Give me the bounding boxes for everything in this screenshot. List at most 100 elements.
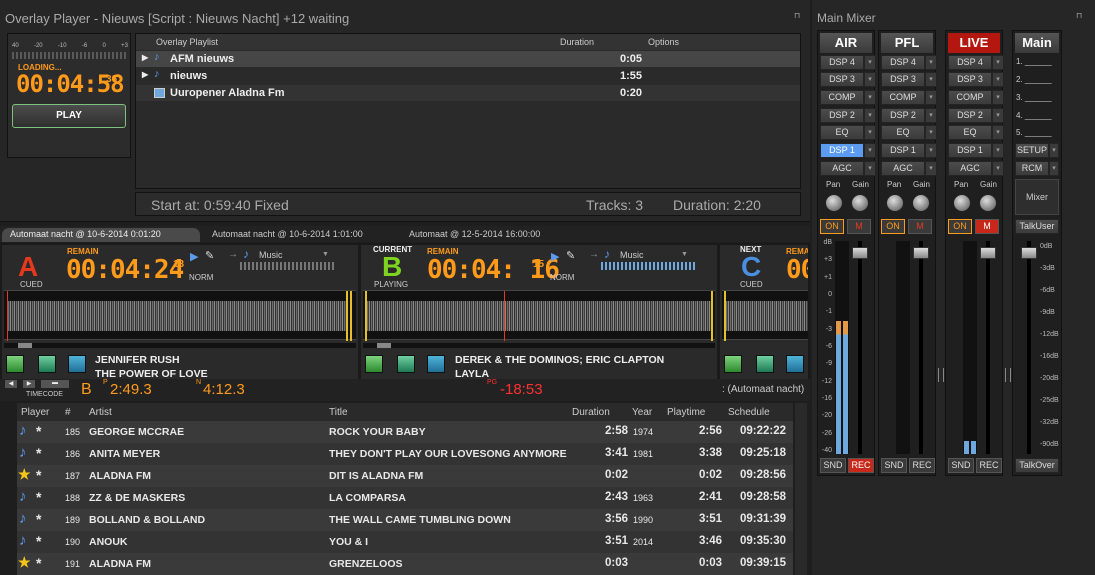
on-button-live[interactable]: ON [948,219,972,234]
fader-track-main[interactable] [1027,241,1031,454]
on-button-pfl[interactable]: ON [881,219,905,234]
dropdown-icon[interactable]: ▾ [992,72,1004,87]
play-pause-button-b[interactable] [365,355,383,373]
dropdown-icon[interactable]: ▾ [925,108,937,123]
main-slot-2[interactable]: 2. ______ [1016,75,1052,84]
col-year[interactable]: Year [632,407,652,418]
main-slot-1[interactable]: 1. ______ [1016,57,1052,66]
main-slot-5[interactable]: 5. ______ [1016,128,1052,137]
talkuser-button[interactable]: TalkUser [1015,219,1059,234]
pan-knob[interactable] [886,194,904,212]
fader-handle-live[interactable] [980,247,996,259]
dropdown-icon[interactable]: ▾ [864,72,876,87]
mixer-button[interactable]: Mixer [1015,179,1059,215]
mute-button-air[interactable]: M [847,219,871,234]
dropdown-icon[interactable]: ▾ [1049,161,1059,176]
fader-track-air[interactable] [858,241,862,454]
eq-button[interactable]: EQ [881,125,925,140]
gain-knob[interactable] [912,194,930,212]
eq-button[interactable]: EQ [820,125,864,140]
tab-automaat-2[interactable]: Automaat nacht @ 10-6-2014 1:01:00 [204,228,400,242]
dsp4-button[interactable]: DSP 4 [948,55,992,70]
snd-button-live[interactable]: SND [948,458,974,473]
col-schedule[interactable]: Schedule [728,407,770,418]
pin-icon[interactable]: ⊓ [1076,11,1082,20]
dropdown-icon[interactable]: ▾ [925,143,937,158]
tab-automaat-3[interactable]: Automaat @ 12-5-2014 16:00:00 [403,228,599,242]
table-row[interactable]: ♪ * 188 ZZ & DE MASKERS LA COMPARSA 2:43… [17,487,793,509]
dsp4-button[interactable]: DSP 4 [881,55,925,70]
dsp3-button[interactable]: DSP 3 [881,72,925,87]
dropdown-icon[interactable]: ▾ [925,161,937,176]
tc-menu-icon[interactable]: ▬ [41,380,69,388]
play-mode-icon[interactable]: ▶ [190,250,198,263]
stop-button-c[interactable] [756,355,774,373]
table-scrollbar[interactable] [795,403,807,575]
main-slot-3[interactable]: 3. ______ [1016,93,1052,102]
pan-knob[interactable] [953,194,971,212]
snd-button-air[interactable]: SND [820,458,846,473]
dropdown-icon[interactable]: ▾ [992,55,1004,70]
edit-icon[interactable]: ✎ [205,249,214,262]
setup-button[interactable]: SETUP [1015,143,1049,158]
col-playlist[interactable]: Overlay Playlist [156,37,218,47]
overlay-play-button[interactable]: PLAY [12,104,126,128]
gain-knob[interactable] [851,194,869,212]
play-pause-button-a[interactable] [6,355,24,373]
main-slot-4[interactable]: 4. ______ [1016,111,1052,120]
dropdown-icon[interactable]: ▾ [864,143,876,158]
col-options[interactable]: Options [648,37,679,47]
dropdown-icon[interactable]: ▾ [992,125,1004,140]
table-row[interactable]: ★ * 191 ALADNA FM GRENZELOOS 0:03 0:03 0… [17,553,793,575]
waveform-a[interactable] [4,290,356,341]
cue-button-b[interactable] [427,355,445,373]
agc-button[interactable]: AGC [820,161,864,176]
talkover-button[interactable]: TalkOver [1015,458,1059,473]
tab-automaat-1[interactable]: Automaat nacht @ 10-6-2014 0:01:20 [2,228,200,242]
edit-icon[interactable]: ✎ [566,249,575,262]
gain-knob[interactable] [979,194,997,212]
cue-button-c[interactable] [786,355,804,373]
fader-handle-main[interactable] [1021,247,1037,259]
dropdown-icon[interactable]: ▾ [864,125,876,140]
fader-handle-air[interactable] [852,247,868,259]
table-row[interactable]: ♪ * 186 ANITA MEYER THEY DON'T PLAY OUR … [17,443,793,465]
on-button-air[interactable]: ON [820,219,844,234]
dsp1-button[interactable]: DSP 1 [820,143,864,158]
stop-button-a[interactable] [38,355,56,373]
comp-button[interactable]: COMP [948,90,992,105]
dropdown-icon[interactable]: ▾ [992,90,1004,105]
dsp4-button[interactable]: DSP 4 [820,55,864,70]
col-playtime[interactable]: Playtime [667,407,705,418]
cue-button-a[interactable] [68,355,86,373]
dropdown-icon[interactable]: ▾ [864,55,876,70]
dropdown-icon[interactable]: ▼ [322,251,329,258]
eq-button[interactable]: EQ [948,125,992,140]
playlist-item[interactable]: ▶ ♪ nieuws 1:55 [136,68,800,84]
split-handle[interactable] [938,368,944,382]
dropdown-icon[interactable]: ▾ [925,55,937,70]
dsp1-button[interactable]: DSP 1 [948,143,992,158]
stop-button-b[interactable] [397,355,415,373]
split-handle[interactable] [1005,368,1011,382]
mute-button-live[interactable]: M [975,219,999,234]
dropdown-icon[interactable]: ▾ [864,161,876,176]
col-duration[interactable]: Duration [572,407,610,418]
col-player[interactable]: Player [21,407,49,418]
position-slider-a[interactable] [4,343,356,348]
rec-button-live[interactable]: REC [976,458,1002,473]
col-title[interactable]: Title [329,407,348,418]
pan-knob[interactable] [825,194,843,212]
playlist-item[interactable]: ▶ ♪ AFM nieuws 0:05 [136,51,800,67]
table-row[interactable]: ♪ * 185 GEORGE MCCRAE ROCK YOUR BABY 2:5… [17,421,793,443]
dropdown-icon[interactable]: ▾ [992,108,1004,123]
rec-button-pfl[interactable]: REC [909,458,935,473]
dropdown-icon[interactable]: ▾ [864,90,876,105]
fader-track-live[interactable] [986,241,990,454]
dropdown-icon[interactable]: ▾ [925,72,937,87]
dsp3-button[interactable]: DSP 3 [820,72,864,87]
dropdown-icon[interactable]: ▾ [992,143,1004,158]
dsp1-button[interactable]: DSP 1 [881,143,925,158]
agc-button[interactable]: AGC [881,161,925,176]
play-pause-button-c[interactable] [724,355,742,373]
